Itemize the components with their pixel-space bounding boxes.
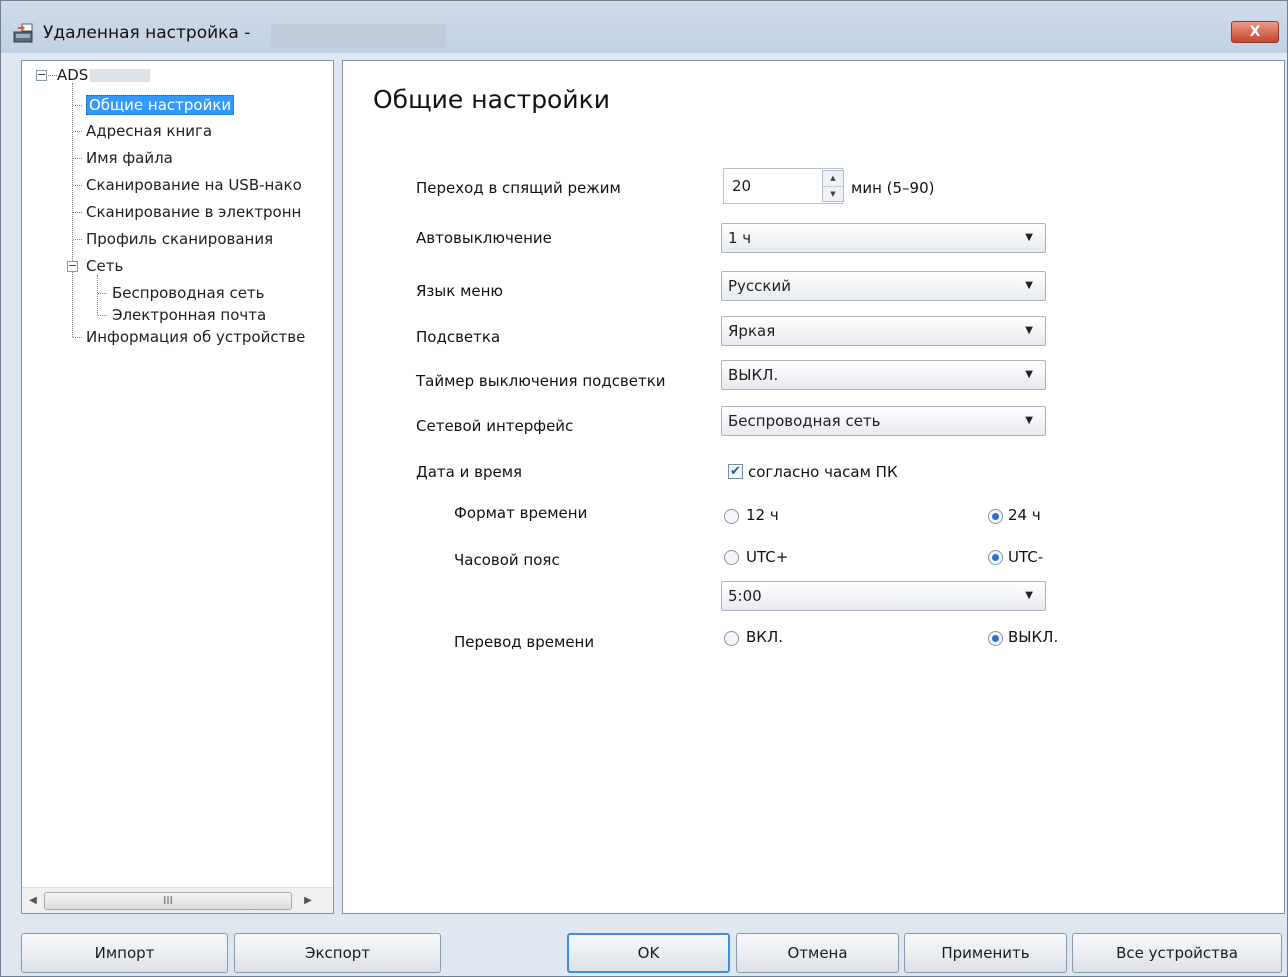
tree-root-label: ADS	[57, 66, 89, 84]
chevron-down-icon: ▼	[1025, 590, 1033, 601]
redacted-model	[90, 69, 151, 82]
backlight-select[interactable]: Яркая ▼	[721, 316, 1046, 346]
auto-off-value: 1 ч	[728, 229, 752, 247]
timezone-label: Часовой пояс	[454, 551, 560, 569]
dst-off-radio[interactable]	[988, 631, 1003, 646]
chevron-down-icon: ▼	[1025, 280, 1033, 291]
backlight-value: Яркая	[728, 322, 776, 340]
tree-item-scan-usb[interactable]: Сканирование на USB-нако	[86, 174, 302, 196]
tree-item-file-name[interactable]: Имя файла	[86, 147, 173, 169]
spin-up-icon[interactable]: ▲	[823, 171, 843, 186]
tree-item-network[interactable]: Сеть	[86, 255, 123, 277]
collapse-network-icon[interactable]: −	[67, 260, 78, 272]
all-devices-button[interactable]: Все устройства	[1072, 933, 1282, 973]
backlight-timer-label: Таймер выключения подсветки	[416, 372, 666, 390]
timezone-offset-select[interactable]: 5:00 ▼	[721, 581, 1046, 611]
timezone-offset-value: 5:00	[728, 587, 762, 605]
auto-off-label: Автовыключение	[416, 229, 552, 247]
scroll-right-icon[interactable]: ▶	[299, 892, 317, 910]
chevron-down-icon: ▼	[1025, 369, 1033, 380]
sleep-unit: мин (5–90)	[851, 179, 935, 197]
title-bar: Удаленная настройка - X	[1, 1, 1287, 53]
backlight-timer-value: ВЫКЛ.	[728, 366, 779, 384]
backlight-timer-select[interactable]: ВЫКЛ. ▼	[721, 360, 1046, 390]
tree-horizontal-scrollbar[interactable]: ◀ III ▶	[22, 887, 333, 913]
backlight-label: Подсветка	[416, 328, 501, 346]
datetime-label: Дата и время	[416, 463, 523, 481]
scroll-left-icon[interactable]: ◀	[24, 892, 42, 910]
spin-down-icon[interactable]: ▼	[823, 186, 843, 201]
chevron-down-icon: ▼	[1025, 415, 1033, 426]
import-button[interactable]: Импорт	[21, 933, 228, 973]
dst-off-label: ВЫКЛ.	[1008, 628, 1059, 646]
close-button[interactable]: X	[1231, 21, 1279, 43]
tree-item-wireless[interactable]: Беспроводная сеть	[112, 282, 265, 304]
timezone-plus-radio[interactable]	[724, 550, 739, 565]
dst-label: Перевод времени	[454, 633, 595, 651]
time-format-12-label: 12 ч	[746, 506, 779, 524]
network-interface-select[interactable]: Беспроводная сеть ▼	[721, 406, 1046, 436]
chevron-down-icon: ▼	[1025, 232, 1033, 243]
tree-item-general[interactable]: Общие настройки	[86, 94, 235, 116]
tree-item-scan-email[interactable]: Сканирование в электронн	[86, 201, 301, 223]
tree-root[interactable]: ADS	[57, 64, 151, 86]
time-format-24-radio[interactable]	[988, 509, 1003, 524]
dst-on-radio[interactable]	[724, 631, 739, 646]
remote-setup-window: Удаленная настройка - X − ADS Общие наст…	[0, 0, 1288, 977]
app-icon	[13, 23, 33, 43]
time-format-label: Формат времени	[454, 504, 588, 522]
export-button[interactable]: Экспорт	[234, 933, 441, 973]
apply-button[interactable]: Применить	[904, 933, 1067, 973]
tree-item-email[interactable]: Электронная почта	[112, 304, 266, 326]
network-interface-value: Беспроводная сеть	[728, 412, 881, 430]
language-select[interactable]: Русский ▼	[721, 271, 1046, 301]
tree-item-device-info[interactable]: Информация об устройстве	[86, 326, 305, 348]
collapse-root-icon[interactable]: −	[36, 69, 47, 81]
sleep-label: Переход в спящий режим	[416, 179, 621, 197]
tree-item-label: Общие настройки	[86, 95, 235, 115]
redacted-device-name	[271, 24, 446, 48]
timezone-minus-radio[interactable]	[988, 550, 1003, 565]
time-format-12-radio[interactable]	[724, 509, 739, 524]
navigation-tree-panel: − ADS Общие настройки Адресная книга Имя…	[21, 60, 334, 914]
sync-pc-clock-label: согласно часам ПК	[748, 463, 898, 481]
dst-on-label: ВКЛ.	[746, 628, 783, 646]
window-title: Удаленная настройка -	[43, 23, 251, 43]
timezone-plus-label: UTC+	[746, 548, 789, 566]
sleep-stepper[interactable]: ▲ ▼	[822, 170, 844, 202]
settings-panel: Общие настройки Переход в спящий режим 2…	[342, 60, 1285, 914]
page-title: Общие настройки	[373, 85, 610, 114]
sync-pc-clock-checkbox[interactable]: ✔	[728, 464, 743, 479]
tree-item-address-book[interactable]: Адресная книга	[86, 120, 212, 142]
tree-item-scan-profile[interactable]: Профиль сканирования	[86, 228, 273, 250]
navigation-tree: − ADS Общие настройки Адресная книга Имя…	[22, 61, 333, 887]
auto-off-select[interactable]: 1 ч ▼	[721, 223, 1046, 253]
scroll-thumb[interactable]: III	[44, 892, 292, 910]
time-format-24-label: 24 ч	[1008, 506, 1041, 524]
close-icon: X	[1249, 24, 1261, 40]
cancel-button[interactable]: Отмена	[736, 933, 899, 973]
ok-button[interactable]: OK	[567, 933, 730, 973]
timezone-minus-label: UTC-	[1008, 548, 1044, 566]
chevron-down-icon: ▼	[1025, 325, 1033, 336]
network-interface-label: Сетевой интерфейс	[416, 417, 574, 435]
language-label: Язык меню	[416, 282, 504, 300]
language-value: Русский	[728, 277, 791, 295]
